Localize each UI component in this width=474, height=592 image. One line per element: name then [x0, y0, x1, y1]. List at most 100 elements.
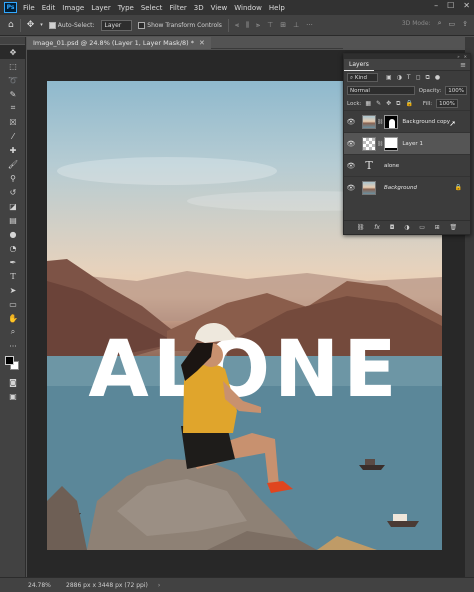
menu-3d[interactable]: 3D: [194, 4, 204, 12]
menu-edit[interactable]: Edit: [42, 4, 56, 12]
menu-filter[interactable]: Filter: [169, 4, 186, 12]
maximize-icon[interactable]: ☐: [447, 1, 454, 10]
layer-row-background[interactable]: 👁 Background 🔒: [344, 176, 470, 198]
color-swatches[interactable]: [0, 353, 26, 375]
lock-position-icon[interactable]: ✥: [386, 100, 391, 108]
chevron-down-icon[interactable]: ▾: [40, 22, 43, 28]
pixel-filter-icon[interactable]: ▣: [386, 74, 392, 82]
close-panel-icon[interactable]: ✕: [464, 54, 467, 59]
menu-layer[interactable]: Layer: [91, 4, 111, 12]
filter-kind-dropdown[interactable]: ⌕ Kind: [347, 73, 378, 82]
crop-tool-icon[interactable]: ⌗: [0, 101, 26, 115]
mask-icon[interactable]: ◘: [390, 224, 395, 231]
close-document-icon[interactable]: ✕: [199, 39, 205, 47]
opacity-input[interactable]: 100%: [445, 86, 467, 95]
marquee-tool-icon[interactable]: ⬚: [0, 59, 26, 73]
document-tab[interactable]: Image_01.psd @ 24.8% (Layer 1, Layer Mas…: [27, 37, 211, 49]
align-middle-icon[interactable]: ⊞: [280, 21, 286, 30]
align-top-icon[interactable]: ⊤: [267, 21, 273, 30]
lock-all-icon[interactable]: 🔒: [405, 100, 412, 108]
close-icon[interactable]: ✕: [463, 1, 470, 10]
visibility-eye-icon[interactable]: 👁: [344, 184, 358, 192]
show-transform-checkbox[interactable]: Show Transform Controls: [138, 21, 222, 29]
brush-tool-icon[interactable]: 🖌: [0, 157, 26, 171]
shape-filter-icon[interactable]: ◻: [416, 74, 421, 82]
visibility-eye-icon[interactable]: 👁: [344, 118, 358, 126]
smart-object-filter-icon[interactable]: ⧉: [426, 74, 430, 82]
lock-pixels-icon[interactable]: ✎: [376, 100, 381, 108]
more-tools-icon[interactable]: ···: [0, 339, 26, 353]
quick-mask-icon[interactable]: ◙: [0, 375, 26, 389]
layer-row-alone[interactable]: 👁 T alone: [344, 154, 470, 176]
menu-type[interactable]: Type: [118, 4, 134, 12]
pen-tool-icon[interactable]: ✒: [0, 255, 26, 269]
blend-mode-dropdown[interactable]: Normal: [347, 86, 415, 95]
menu-view[interactable]: View: [211, 4, 228, 12]
foreground-color-swatch[interactable]: [5, 356, 14, 365]
toolbar-grip[interactable]: [0, 37, 25, 45]
zoom-tool-icon[interactable]: ⌕: [0, 325, 26, 339]
type-tool-icon[interactable]: T: [0, 269, 26, 283]
filter-toggle-icon[interactable]: ●: [435, 74, 440, 82]
clone-stamp-tool-icon[interactable]: ⚲: [0, 171, 26, 185]
mask-link-icon[interactable]: ⛓: [377, 141, 383, 147]
align-bottom-icon[interactable]: ⊥: [293, 21, 299, 30]
align-left-icon[interactable]: ⫷: [235, 21, 239, 30]
panel-menu-icon[interactable]: ≡: [460, 61, 466, 69]
lasso-tool-icon[interactable]: ➰: [0, 73, 26, 87]
eraser-tool-icon[interactable]: ◪: [0, 199, 26, 213]
layer-row-background-copy[interactable]: 👁 ⛓ Background copy ➚: [344, 110, 470, 132]
workspace-icon[interactable]: ▭: [449, 20, 456, 28]
auto-select-target-dropdown[interactable]: Layer: [100, 19, 133, 31]
layer-mask-thumbnail[interactable]: [384, 114, 399, 129]
menu-window[interactable]: Window: [234, 4, 262, 12]
home-icon[interactable]: ⌂: [8, 20, 14, 30]
align-right-icon[interactable]: ⫸: [256, 21, 260, 30]
menu-file[interactable]: File: [23, 4, 35, 12]
healing-brush-tool-icon[interactable]: ✚: [0, 143, 26, 157]
eyedropper-tool-icon[interactable]: ⁄: [0, 129, 26, 143]
visibility-eye-icon[interactable]: 👁: [344, 162, 358, 170]
minimize-icon[interactable]: –: [434, 1, 438, 10]
move-tool-icon[interactable]: ✥: [27, 20, 35, 30]
lock-icons: ▦ ✎ ✥ ⧉ 🔒: [365, 100, 413, 108]
share-icon[interactable]: ⇪: [462, 20, 468, 28]
adjustment-icon[interactable]: ◑: [404, 224, 409, 231]
quick-select-tool-icon[interactable]: ✎: [0, 87, 26, 101]
gradient-tool-icon[interactable]: ▤: [0, 213, 26, 227]
menu-select[interactable]: Select: [141, 4, 163, 12]
zoom-level[interactable]: 24.78%: [0, 582, 51, 589]
auto-select-checkbox[interactable]: Auto-Select:: [48, 21, 95, 29]
menu-image[interactable]: Image: [62, 4, 84, 12]
align-center-icon[interactable]: ⫼: [246, 21, 249, 30]
history-brush-tool-icon[interactable]: ↺: [0, 185, 26, 199]
status-menu-arrow-icon[interactable]: ›: [158, 582, 160, 589]
screen-mode-icon[interactable]: ▣: [0, 389, 26, 403]
layer-row-layer-1[interactable]: 👁 ⛓ Layer 1: [344, 132, 470, 154]
lock-artboard-icon[interactable]: ⧉: [396, 100, 400, 108]
collapse-panel-icon[interactable]: »: [457, 54, 459, 59]
path-select-tool-icon[interactable]: ➤: [0, 283, 26, 297]
new-layer-icon[interactable]: ⊞: [435, 224, 440, 231]
dodge-tool-icon[interactable]: ◔: [0, 241, 26, 255]
adjustment-filter-icon[interactable]: ◑: [397, 74, 402, 82]
group-icon[interactable]: ▭: [419, 224, 425, 231]
type-filter-icon[interactable]: T: [407, 74, 411, 82]
menu-help[interactable]: Help: [269, 4, 285, 12]
layer-mask-thumbnail[interactable]: [384, 136, 399, 151]
move-tool-icon[interactable]: ✥: [0, 45, 26, 59]
blur-tool-icon[interactable]: ●: [0, 227, 26, 241]
more-options-icon[interactable]: ···: [306, 21, 313, 30]
search-icon[interactable]: ⌕: [438, 19, 442, 28]
visibility-eye-icon[interactable]: 👁: [344, 140, 358, 148]
rectangle-tool-icon[interactable]: ▭: [0, 297, 26, 311]
fill-input[interactable]: 100%: [436, 99, 458, 108]
lock-transparent-icon[interactable]: ▦: [365, 100, 371, 108]
fx-icon[interactable]: fx: [374, 224, 380, 231]
hand-tool-icon[interactable]: ✋: [0, 311, 26, 325]
trash-icon[interactable]: 🗑: [449, 224, 457, 231]
tab-layers[interactable]: Layers: [344, 59, 374, 71]
frame-tool-icon[interactable]: ☒: [0, 115, 26, 129]
mask-link-icon[interactable]: ⛓: [377, 119, 383, 125]
link-icon[interactable]: ⛓: [357, 224, 365, 231]
